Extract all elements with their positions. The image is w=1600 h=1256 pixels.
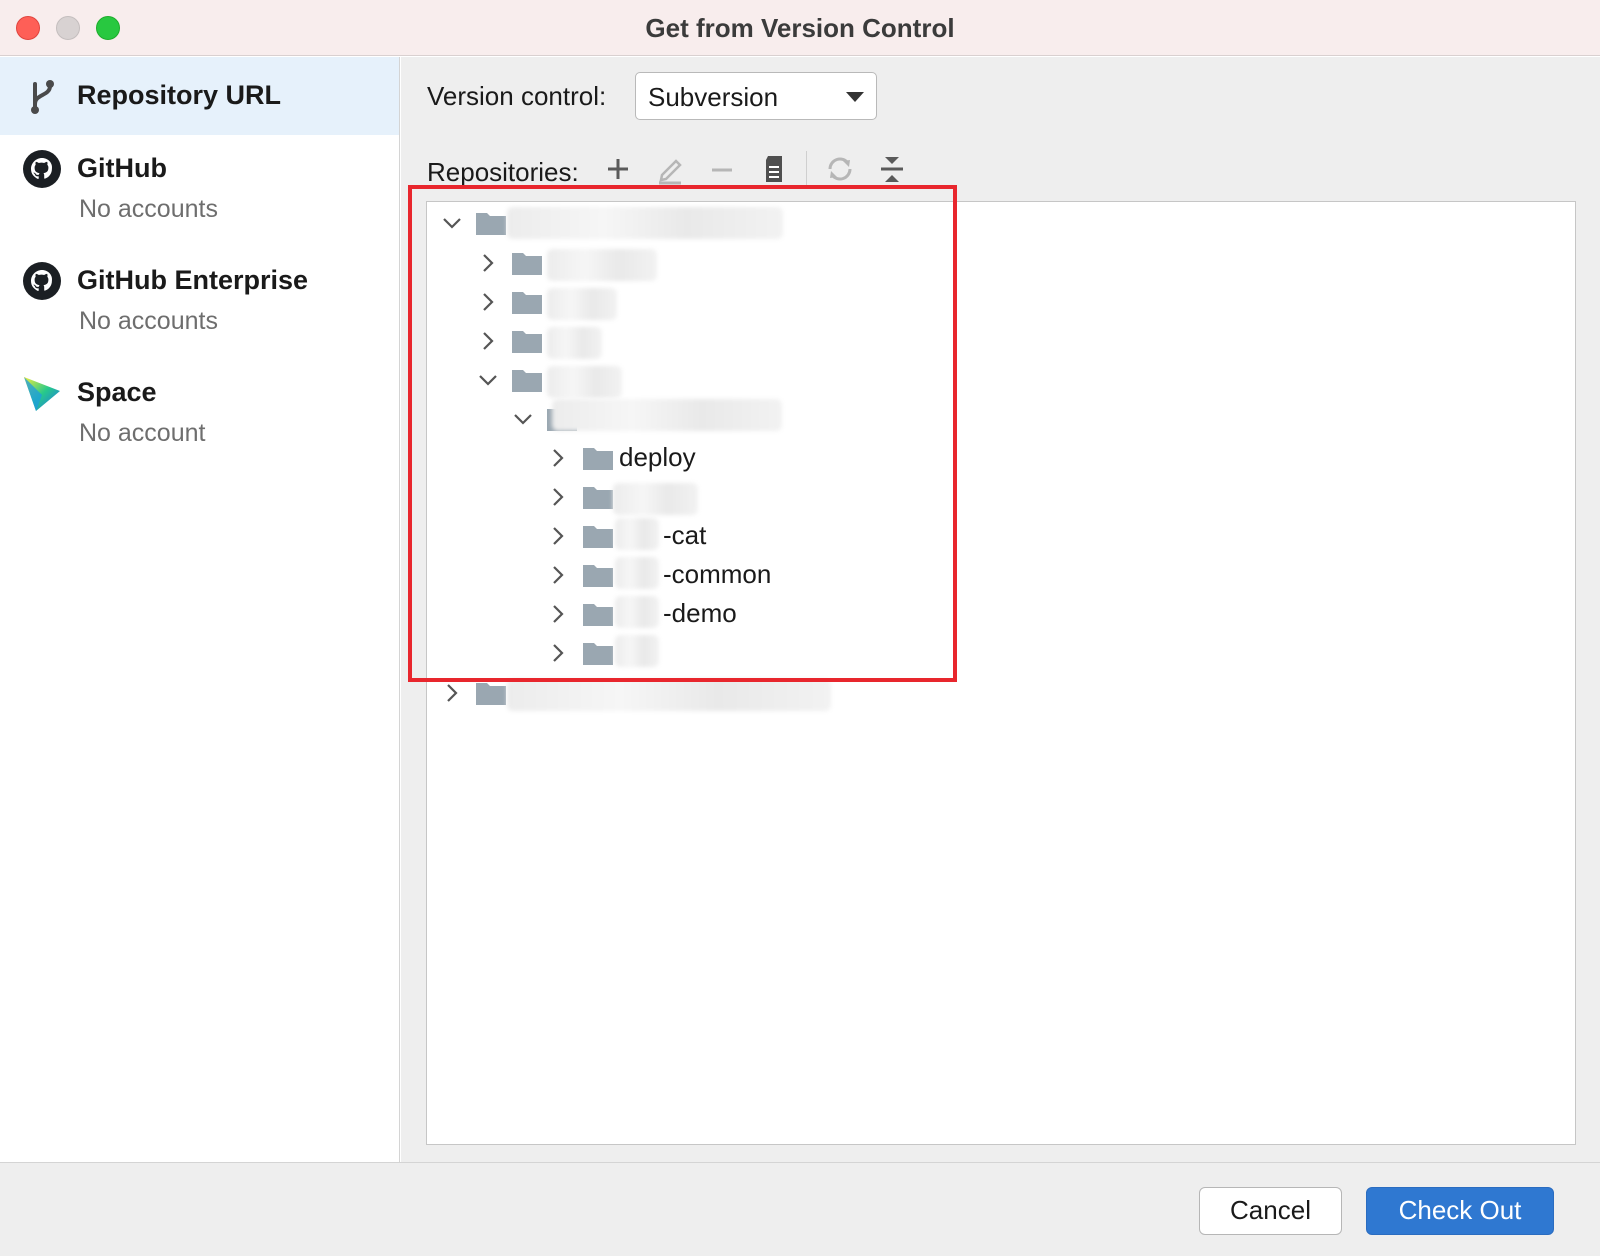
tree-row[interactable]: -common xyxy=(427,557,1575,593)
collapse-all-icon[interactable] xyxy=(875,151,909,187)
folder-icon xyxy=(512,290,542,314)
sidebar: Repository URL GitHub No accounts GitHub… xyxy=(0,57,400,1162)
space-icon xyxy=(22,373,62,413)
folder-icon xyxy=(583,446,613,470)
redacted-label xyxy=(547,327,602,359)
chevron-right-icon[interactable] xyxy=(476,284,500,320)
chevron-right-icon[interactable] xyxy=(440,675,464,711)
sidebar-item-label: GitHub xyxy=(77,153,167,183)
check-out-button[interactable]: Check Out xyxy=(1366,1187,1554,1235)
chevron-right-icon[interactable] xyxy=(476,245,500,281)
tree-row[interactable] xyxy=(427,323,1575,359)
folder-icon xyxy=(512,368,542,392)
sidebar-item-subtitle: No accounts xyxy=(79,195,218,223)
folder-icon xyxy=(583,485,613,509)
redacted-label xyxy=(615,518,659,550)
folder-icon xyxy=(583,641,613,665)
cancel-button[interactable]: Cancel xyxy=(1199,1187,1342,1235)
refresh-icon[interactable] xyxy=(823,151,857,187)
tree-row[interactable]: -cat xyxy=(427,518,1575,554)
tree-row[interactable]: deploy xyxy=(427,440,1575,476)
folder-icon xyxy=(512,329,542,353)
dialog-window: Get from Version Control Repository URL xyxy=(0,0,1600,1256)
folder-icon xyxy=(512,251,542,275)
repository-tree[interactable]: deploy -cat -common -demo xyxy=(426,201,1576,1145)
chevron-right-icon[interactable] xyxy=(546,518,570,554)
folder-icon xyxy=(476,681,506,705)
chevron-down-icon xyxy=(846,92,864,102)
tree-row[interactable] xyxy=(427,479,1575,515)
window-title: Get from Version Control xyxy=(645,13,955,43)
sidebar-item-space[interactable]: Space No account xyxy=(0,363,399,467)
version-control-label: Version control: xyxy=(427,81,607,111)
tree-row-label: -demo xyxy=(663,598,737,628)
redacted-label xyxy=(547,288,617,320)
tree-row[interactable] xyxy=(427,362,1575,398)
sidebar-item-repository-url[interactable]: Repository URL xyxy=(0,57,399,135)
sidebar-item-subtitle: No accounts xyxy=(79,307,218,335)
toolbar-separator xyxy=(806,151,807,189)
folder-icon xyxy=(583,524,613,548)
tree-row[interactable]: -demo xyxy=(427,596,1575,632)
edit-icon[interactable] xyxy=(653,151,687,187)
redacted-label xyxy=(615,557,659,589)
chevron-right-icon[interactable] xyxy=(546,557,570,593)
tree-row[interactable] xyxy=(427,399,1575,437)
chevron-down-icon[interactable] xyxy=(440,205,464,241)
sidebar-item-label: Space xyxy=(77,377,157,407)
tree-row[interactable] xyxy=(427,675,1575,711)
remove-icon[interactable] xyxy=(705,151,739,187)
chevron-right-icon[interactable] xyxy=(546,635,570,671)
redacted-label xyxy=(552,399,782,431)
sidebar-item-label: GitHub Enterprise xyxy=(77,265,309,295)
github-icon xyxy=(22,149,62,189)
redacted-label xyxy=(507,207,783,239)
title-bar: Get from Version Control xyxy=(0,0,1600,56)
main-panel: Version control: Subversion Repositories… xyxy=(401,57,1600,1162)
repositories-label: Repositories: xyxy=(427,157,579,187)
tree-row-label: deploy xyxy=(619,442,696,472)
redacted-label xyxy=(615,635,659,667)
github-icon xyxy=(22,261,62,301)
tree-row[interactable] xyxy=(427,205,1575,241)
folder-icon xyxy=(583,563,613,587)
sidebar-item-github[interactable]: GitHub No accounts xyxy=(0,139,399,243)
footer: Cancel Check Out xyxy=(0,1162,1600,1256)
browse-icon[interactable] xyxy=(757,151,791,187)
branch-icon xyxy=(22,76,62,116)
tree-row-label: -common xyxy=(663,559,772,589)
redacted-label xyxy=(615,596,659,628)
chevron-right-icon[interactable] xyxy=(476,323,500,359)
redacted-label xyxy=(547,249,657,281)
sidebar-item-github-enterprise[interactable]: GitHub Enterprise No accounts xyxy=(0,251,399,355)
chevron-right-icon[interactable] xyxy=(546,440,570,476)
redacted-label xyxy=(547,366,622,398)
chevron-down-icon[interactable] xyxy=(511,401,535,437)
sidebar-item-subtitle: No account xyxy=(79,419,206,447)
tree-row[interactable] xyxy=(427,284,1575,320)
folder-icon xyxy=(583,602,613,626)
redacted-label xyxy=(507,679,831,711)
chevron-right-icon[interactable] xyxy=(546,596,570,632)
sidebar-item-label: Repository URL xyxy=(77,80,282,110)
add-icon[interactable] xyxy=(601,151,635,187)
version-control-select[interactable]: Subversion xyxy=(635,72,877,120)
version-control-value: Subversion xyxy=(648,82,779,112)
folder-icon xyxy=(476,211,506,235)
chevron-down-icon[interactable] xyxy=(476,362,500,398)
redacted-label xyxy=(613,483,698,515)
tree-row-label: -cat xyxy=(663,520,707,550)
tree-row[interactable] xyxy=(427,245,1575,281)
chevron-right-icon[interactable] xyxy=(546,479,570,515)
tree-row[interactable] xyxy=(427,635,1575,671)
